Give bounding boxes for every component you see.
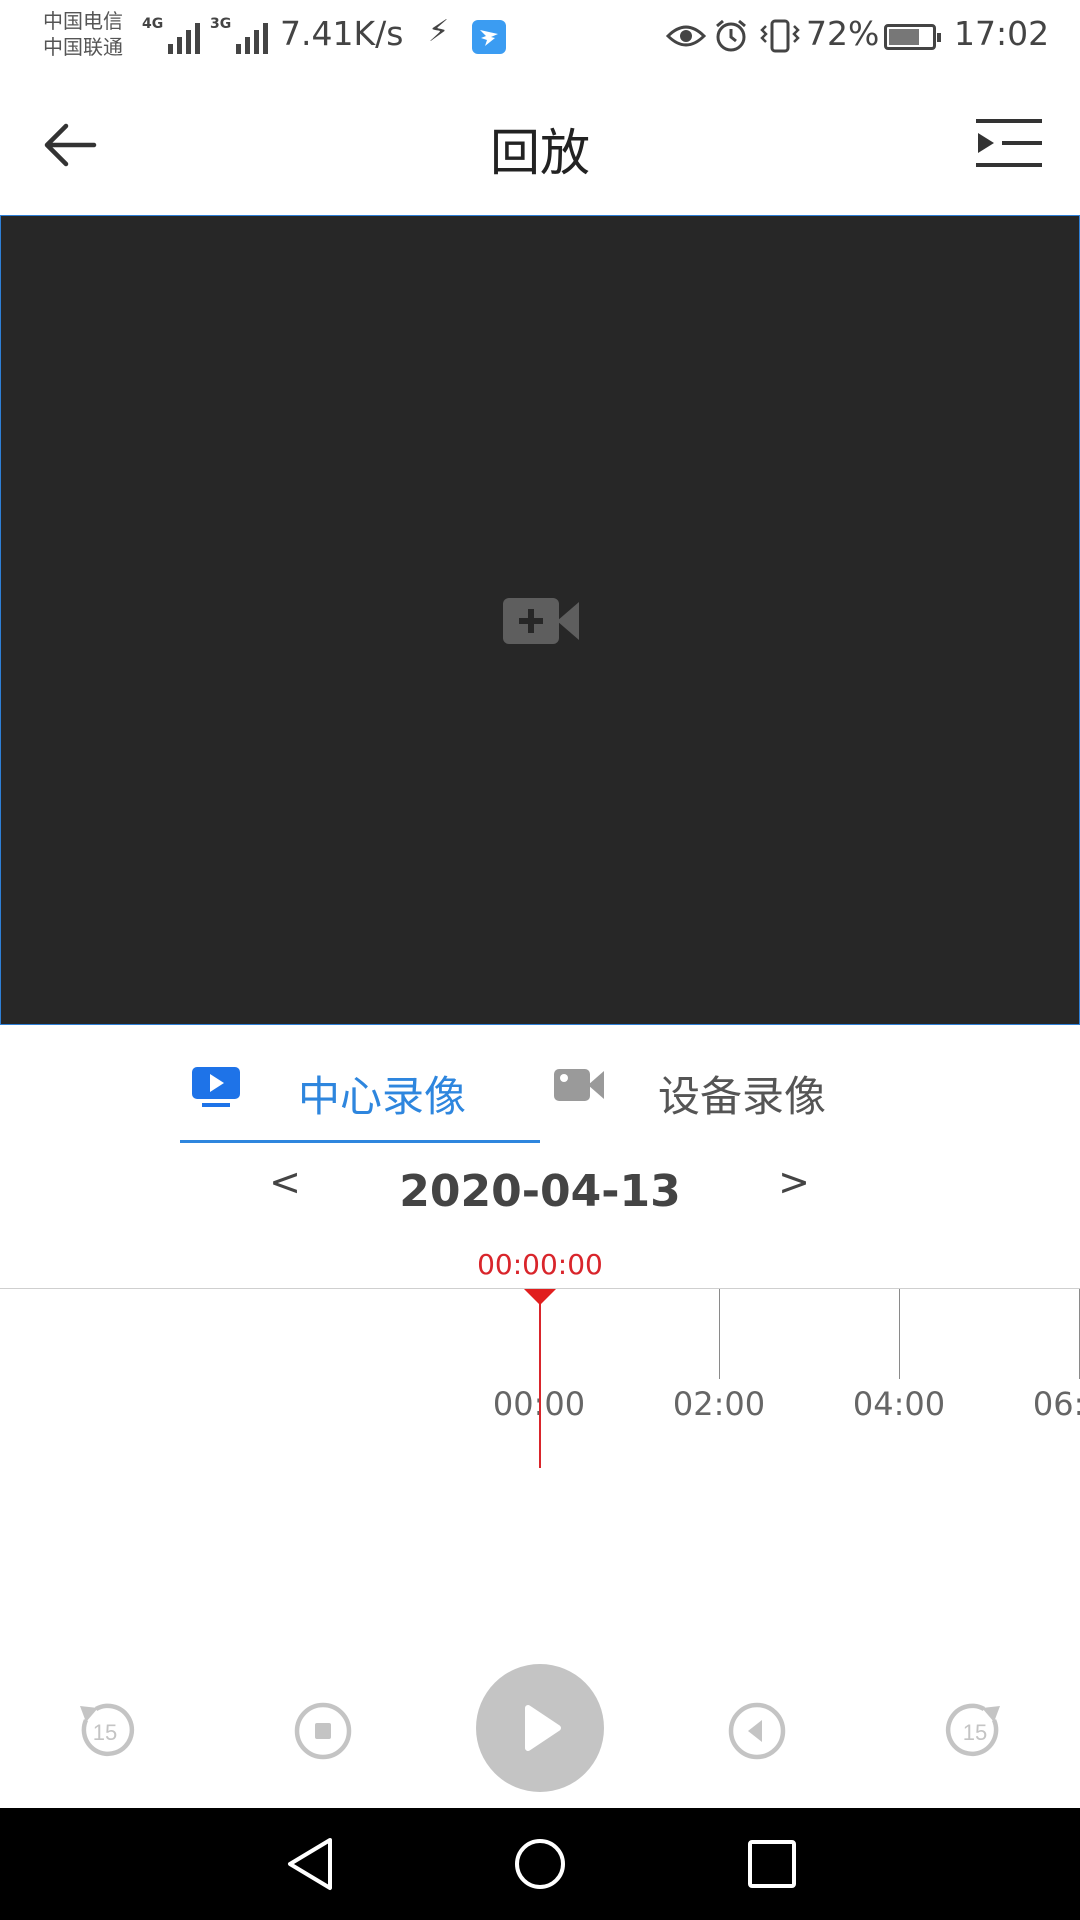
playhead-marker[interactable] <box>524 1289 556 1305</box>
rewind-15-button[interactable]: 15 <box>74 1700 136 1766</box>
camera-icon <box>554 1069 604 1101</box>
previous-frame-button[interactable] <box>726 1700 788 1766</box>
current-date: 2020-04-13 <box>399 1166 681 1217</box>
page-title: 回放 <box>490 124 590 182</box>
carrier-names: 中国电信 中国联通 <box>43 8 123 60</box>
timeline-tick-label: 06:00 <box>1032 1385 1080 1423</box>
stop-button[interactable] <box>292 1700 354 1766</box>
signal-bars-icon <box>160 18 208 54</box>
date-navigator: < 2020-04-13 > <box>0 1160 1080 1220</box>
stop-icon <box>294 1702 352 1760</box>
video-player[interactable] <box>0 215 1080 1025</box>
play-button[interactable] <box>476 1664 604 1792</box>
current-playback-time: 00:00:00 <box>477 1248 603 1281</box>
rewind-15-label: 15 <box>93 1720 117 1745</box>
tab-label: 设备录像 <box>658 1072 827 1121</box>
battery-icon <box>884 24 941 50</box>
carrier-2: 中国联通 <box>43 35 123 59</box>
battery-percent: 72% <box>806 14 880 53</box>
tab-label: 中心录像 <box>298 1072 467 1121</box>
square-recents-icon <box>748 1840 796 1888</box>
dingtalk-icon <box>472 20 506 54</box>
timeline-tick <box>899 1289 900 1379</box>
playhead-line <box>539 1289 541 1468</box>
system-navigation-bar <box>0 1808 1080 1920</box>
alarm-icon <box>716 19 746 52</box>
play-icon <box>525 1705 561 1751</box>
recording-source-tabs: 中心录像 设备录像 <box>0 1025 1080 1145</box>
circle-home-icon <box>515 1839 565 1889</box>
playlist-menu-button[interactable] <box>974 115 1046 171</box>
tab-device-recording[interactable]: 设备录像 <box>550 1025 880 1145</box>
forward-15-label: 15 <box>963 1720 987 1745</box>
rewind-15-icon: 15 <box>80 1703 135 1757</box>
monitor-play-icon <box>192 1067 240 1107</box>
forward-15-button[interactable]: 15 <box>944 1700 1006 1766</box>
usb-icon: ⚡︎ <box>428 14 450 49</box>
battery-fill <box>889 29 919 45</box>
timeline-tick-label: 02:00 <box>672 1385 766 1423</box>
timeline-scrubber[interactable]: 00:00 02:00 04:00 06:00 <box>0 1288 1080 1468</box>
vibrate-icon <box>760 19 800 53</box>
previous-frame-icon <box>728 1702 786 1760</box>
next-date-button[interactable]: > <box>764 1160 824 1204</box>
carrier-1: 中国电信 <box>43 9 123 33</box>
nav-recents-button[interactable] <box>746 1836 798 1896</box>
eye-icon <box>666 25 706 47</box>
network-speed: 7.41K/s <box>280 14 404 53</box>
timeline-tick <box>719 1289 720 1379</box>
forward-15-icon: 15 <box>945 1703 1000 1757</box>
previous-date-button[interactable]: < <box>255 1160 315 1204</box>
timeline-tick-label: 04:00 <box>852 1385 946 1423</box>
active-tab-indicator <box>180 1140 540 1143</box>
playback-controls: 15 15 <box>0 1660 1080 1800</box>
nav-home-button[interactable] <box>514 1836 566 1896</box>
triangle-back-icon <box>288 1838 332 1890</box>
tab-center-recording[interactable]: 中心录像 <box>180 1025 540 1145</box>
playlist-menu-icon <box>976 119 1042 167</box>
app-header: 回放 <box>0 75 1080 215</box>
status-bar: 中国电信 中国联通 4G 3G 7.41K/s ⚡︎ 72% 17:02 <box>0 0 1080 75</box>
signal-bars-icon <box>228 18 276 54</box>
add-camera-icon[interactable] <box>501 596 581 646</box>
clock: 17:02 <box>954 14 1050 53</box>
nav-back-button[interactable] <box>284 1836 336 1896</box>
